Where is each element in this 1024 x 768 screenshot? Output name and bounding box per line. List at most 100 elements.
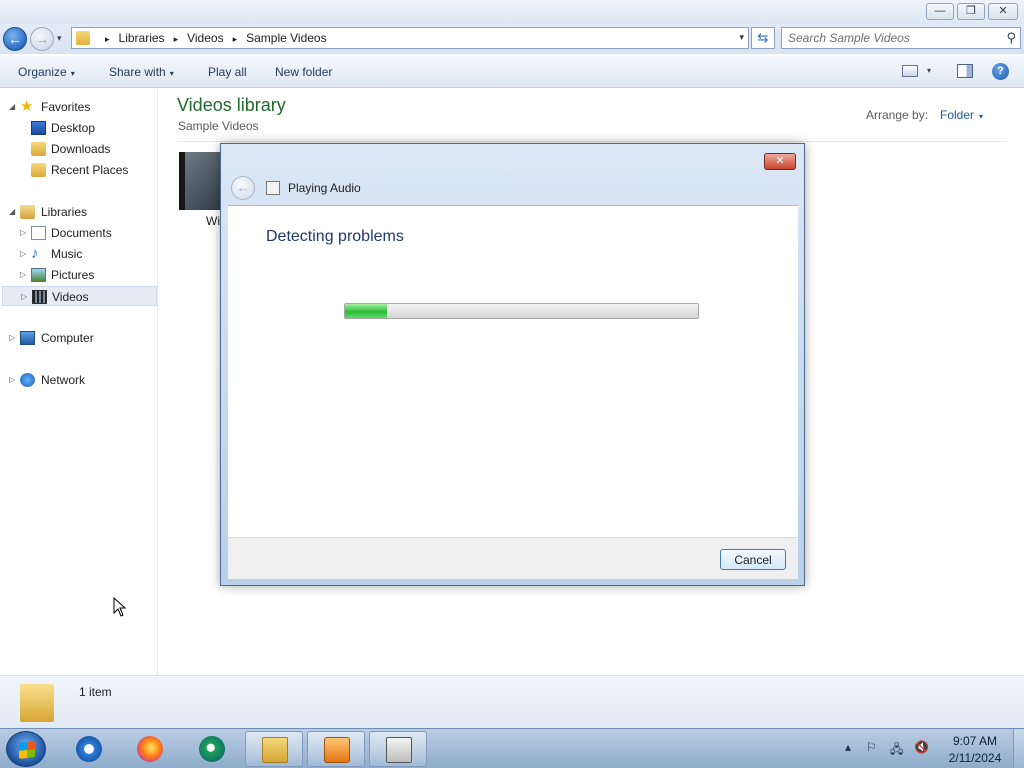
recent-pages-dropdown[interactable]: ▾ — [57, 33, 62, 44]
library-title: Videos library — [177, 95, 286, 115]
help-icon[interactable]: ? — [992, 63, 1009, 80]
share-with-label: Share with — [109, 65, 166, 79]
taskbar-windows-explorer[interactable] — [245, 731, 303, 767]
breadcrumb-sample-videos[interactable]: Sample Videos — [246, 31, 327, 45]
arrange-by-value: Folder — [940, 108, 975, 122]
troubleshooter-icon — [386, 737, 412, 763]
breadcrumb-separator[interactable]: ▸ — [233, 34, 238, 44]
video-file-name[interactable]: Wi — [206, 214, 220, 228]
taskbar-chrome[interactable] — [183, 731, 241, 767]
media-player-icon — [324, 737, 350, 763]
nav-recent-places-label: Recent Places — [51, 163, 129, 177]
start-button[interactable] — [6, 731, 46, 767]
address-bar[interactable]: ▸ Libraries ▸ Videos ▸ Sample Videos ▾ — [71, 27, 749, 49]
view-options-dropdown[interactable]: ▾ — [927, 66, 931, 75]
share-with-button[interactable]: Share with ▾ — [109, 65, 174, 79]
nav-favorites[interactable]: ◢ ★ Favorites — [0, 97, 156, 117]
breadcrumb-separator[interactable]: ▸ — [174, 34, 179, 44]
change-view-icon[interactable] — [902, 65, 918, 77]
mouse-pointer-icon — [113, 597, 127, 617]
nav-downloads-label: Downloads — [51, 142, 111, 156]
close-button[interactable]: ✕ — [988, 3, 1018, 20]
nav-documents[interactable]: ▷ Documents — [0, 223, 156, 243]
search-icon[interactable]: ⚲ — [1006, 30, 1016, 46]
clock-date[interactable]: 2/11/2024 — [940, 751, 1010, 765]
nav-recent-places[interactable]: Recent Places — [0, 160, 156, 180]
dialog-body: Detecting problems — [228, 205, 798, 537]
nav-pictures[interactable]: ▷ Pictures — [0, 265, 156, 285]
network-icon — [20, 373, 35, 387]
network-status-icon[interactable]: 🖧 — [890, 740, 903, 761]
downloads-folder-icon — [31, 142, 46, 156]
minimize-icon: — — [934, 5, 946, 17]
nav-music[interactable]: ▷ ♪ Music — [0, 244, 156, 264]
collapsed-arrow-icon[interactable]: ▷ — [20, 265, 26, 285]
organize-button[interactable]: Organize ▾ — [18, 65, 75, 79]
nav-desktop[interactable]: Desktop — [0, 118, 156, 138]
back-button[interactable]: ← — [3, 27, 27, 51]
refresh-icon: ⇆ — [757, 30, 769, 45]
volume-muted-icon[interactable]: 🔇 — [914, 740, 929, 754]
chrome-icon — [199, 736, 225, 762]
star-icon: ★ — [20, 98, 34, 115]
restore-icon: ❐ — [966, 5, 976, 17]
breadcrumb-videos[interactable]: Videos — [187, 31, 223, 45]
details-pane: 1 item — [0, 675, 1024, 728]
dialog-close-button[interactable]: ✕ — [764, 153, 796, 170]
troubleshooter-icon — [266, 181, 280, 195]
command-bar: Organize ▾ Share with ▾ Play all New folde… — [0, 56, 1024, 88]
expanded-arrow-icon[interactable]: ◢ — [9, 97, 15, 117]
nav-network-label: Network — [41, 373, 86, 387]
collapsed-arrow-icon[interactable]: ▷ — [20, 244, 26, 264]
breadcrumb-libraries[interactable]: Libraries — [119, 31, 165, 45]
music-icon: ♪ — [31, 245, 39, 262]
collapsed-arrow-icon[interactable]: ▷ — [20, 223, 26, 243]
cancel-button[interactable]: Cancel — [720, 549, 786, 570]
expanded-arrow-icon[interactable]: ◢ — [9, 202, 15, 222]
taskbar-firefox[interactable] — [121, 731, 179, 767]
nav-libraries-label: Libraries — [41, 205, 88, 219]
collapsed-arrow-icon[interactable]: ▷ — [21, 287, 27, 307]
nav-libraries[interactable]: ◢ Libraries — [0, 202, 156, 222]
search-input[interactable] — [788, 30, 998, 46]
forward-button[interactable]: → — [30, 27, 54, 51]
search-box[interactable]: ⚲ — [781, 27, 1021, 49]
arrange-by-dropdown[interactable]: Folder ▾ — [940, 108, 983, 122]
back-arrow-icon: ← — [236, 180, 250, 195]
preview-pane-icon[interactable] — [957, 64, 973, 78]
taskbar-media-player[interactable] — [307, 731, 365, 767]
arrange-by-label: Arrange by: — [866, 108, 929, 122]
title-bar: — ❐ ✕ — [0, 0, 1024, 24]
taskbar-troubleshooter[interactable] — [369, 731, 427, 767]
show-hidden-icons-button[interactable]: ▴ — [845, 740, 851, 754]
dialog-back-button[interactable]: ← — [231, 176, 255, 200]
refresh-button[interactable]: ⇆ — [751, 27, 775, 49]
video-thumbnail[interactable] — [179, 152, 225, 210]
close-icon: ✕ — [998, 5, 1008, 17]
close-icon: ✕ — [775, 155, 785, 167]
nav-network[interactable]: ▷ Network — [0, 370, 156, 390]
dialog-heading: Detecting problems — [266, 228, 404, 245]
navigation-pane: ◢ ★ Favorites Desktop Downloads Recent P… — [0, 89, 158, 675]
show-desktop-button[interactable] — [1013, 729, 1024, 768]
folder-icon — [262, 737, 288, 763]
nav-videos[interactable]: ▷ Videos — [2, 286, 157, 306]
new-folder-button[interactable]: New folder — [275, 65, 332, 79]
maximize-button[interactable]: ❐ — [957, 3, 985, 20]
taskbar-internet-explorer[interactable] — [60, 731, 118, 767]
address-dropdown[interactable]: ▾ — [739, 32, 744, 43]
desktop-icon — [31, 121, 46, 135]
nav-downloads[interactable]: Downloads — [0, 139, 156, 159]
minimize-button[interactable]: — — [926, 3, 954, 20]
clock-time[interactable]: 9:07 AM — [940, 734, 1010, 748]
nav-computer[interactable]: ▷ Computer — [0, 328, 156, 348]
chevron-down-icon: ▾ — [70, 69, 75, 78]
breadcrumb-separator[interactable]: ▸ — [105, 34, 110, 44]
play-all-button[interactable]: Play all — [208, 65, 247, 79]
action-center-flag-icon[interactable]: ⚐ — [866, 740, 877, 754]
organize-label: Organize — [18, 65, 67, 79]
collapsed-arrow-icon[interactable]: ▷ — [9, 328, 15, 348]
computer-icon — [20, 331, 35, 345]
dialog-title: Playing Audio — [288, 181, 361, 195]
collapsed-arrow-icon[interactable]: ▷ — [9, 370, 15, 390]
